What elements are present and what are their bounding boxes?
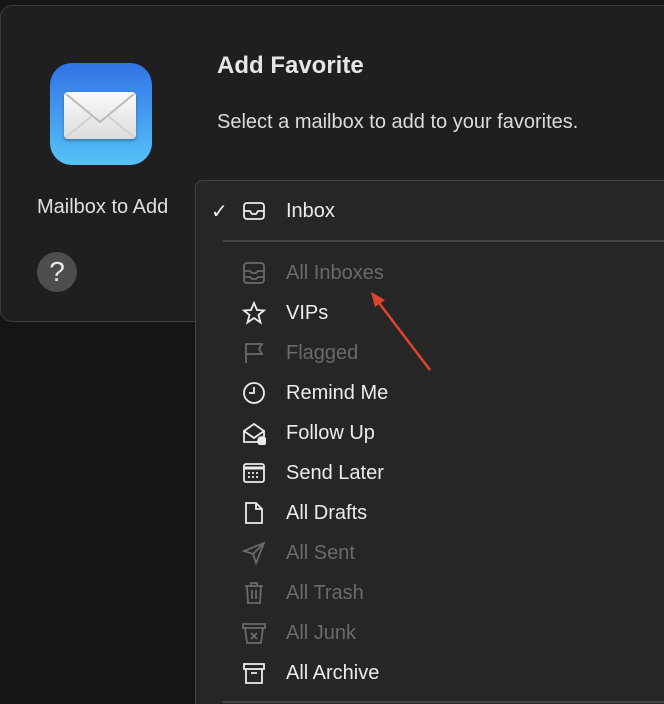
annotation-arrow [371,292,431,371]
